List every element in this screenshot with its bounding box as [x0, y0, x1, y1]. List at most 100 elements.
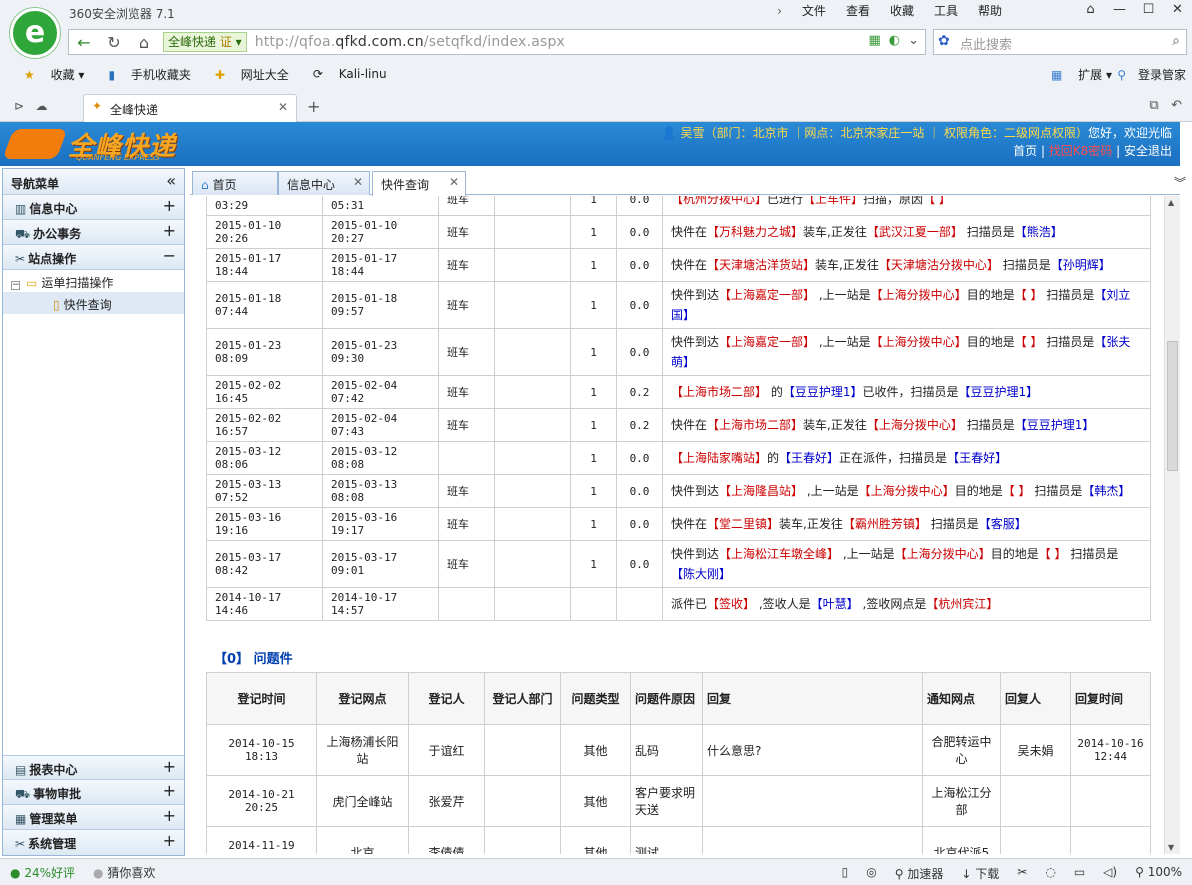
home-icon[interactable]: ⌂	[129, 33, 159, 52]
sidebar-toggle-icon[interactable]: ⊳ ☁	[14, 99, 48, 113]
scroll-up-icon[interactable]: ▲	[1168, 198, 1174, 207]
menu-favorites[interactable]: 收藏	[880, 3, 924, 19]
refresh-icon[interactable]: ↻	[99, 33, 129, 52]
tab-close-icon[interactable]: ✕	[278, 100, 288, 114]
scroll-down-icon[interactable]: ▼	[1168, 843, 1174, 852]
menu-help[interactable]: 帮助	[968, 3, 1012, 19]
fav-kali-label: Kali-linu	[338, 67, 387, 81]
download-button[interactable]: ↓ 下载	[961, 865, 999, 882]
weight: 0.0	[616, 196, 663, 216]
desc-text: 目的地是	[990, 547, 1039, 561]
close-button[interactable]: ✕	[1163, 0, 1192, 20]
screenshot-icon[interactable]: ✂	[1017, 865, 1027, 882]
tab-info-center[interactable]: 信息中心 ✕	[278, 171, 370, 195]
dropdown-icon[interactable]: ⌄	[908, 33, 919, 48]
tab-parcel-query[interactable]: 快件查询 ✕	[372, 171, 466, 196]
search-box[interactable]: ✿ 点此搜索 ⌕	[933, 29, 1187, 55]
tab-close-icon[interactable]: ✕	[449, 175, 459, 189]
new-tab-icon[interactable]: +	[307, 97, 320, 116]
baidu-paw-icon[interactable]: ✿	[938, 33, 950, 49]
collapse-icon[interactable]: −	[163, 246, 176, 265]
window-icon[interactable]: ▭	[1074, 865, 1085, 882]
ie-icon[interactable]: ◌	[1045, 865, 1055, 882]
zoom-control[interactable]: ⚲ 100%	[1135, 865, 1182, 882]
tab-home[interactable]: ⌂ 首页	[192, 171, 278, 195]
back-icon[interactable]: ←	[69, 33, 99, 52]
expand-icon[interactable]: +	[163, 806, 176, 825]
desc-site: 【上海分拨中心】	[894, 547, 991, 561]
search-icon[interactable]: ⌕	[1172, 33, 1180, 49]
scroll-thumb[interactable]	[1167, 341, 1178, 471]
minimize-button[interactable]: —	[1105, 0, 1134, 20]
desc-text: 扫描员是	[962, 418, 1015, 432]
collapse-sidebar-icon[interactable]: «	[166, 171, 176, 190]
tab-close-icon[interactable]: ✕	[353, 175, 363, 189]
speed-icon[interactable]: ◐	[889, 33, 900, 48]
url-text[interactable]: http://qfoa.qfkd.com.cn/setqfkd/index.as…	[255, 34, 565, 50]
search-input[interactable]: 点此搜索	[960, 34, 1012, 53]
sidebar-item-approval[interactable]: ⛟ 事物审批 +	[3, 780, 184, 805]
sidebar-item-management[interactable]: ▦ 管理菜单 +	[3, 805, 184, 830]
transport-type: 班车	[438, 540, 495, 588]
desc-site: 【上海分拨中心】	[866, 418, 963, 432]
browser-tab[interactable]: ✦ 全峰快递 ✕	[83, 94, 297, 122]
scan-time: 2015-02-02 16:45	[206, 375, 323, 409]
fav-kali[interactable]: ⟳ Kali-linu	[301, 67, 387, 81]
desc-text: 装车,正发往	[779, 517, 843, 531]
expand-icon[interactable]: +	[163, 196, 176, 215]
sidebar-item-site-ops[interactable]: ✂ 站点操作 −	[3, 245, 184, 270]
sidebar-item-reports[interactable]: ▤ 报表中心 +	[3, 755, 184, 780]
issue-row: 2014-10-15 18:13 上海杨浦长阳站 于谊红 其他 乱码 什么意思? 合肥转运中…	[206, 724, 1151, 776]
fav-collect[interactable]: ★ 收藏 ▾	[12, 66, 84, 83]
collapse-header-icon[interactable]: ︾	[1174, 174, 1186, 191]
menu-tools[interactable]: 工具	[924, 3, 968, 19]
fav-sites[interactable]: ✚ 网址大全	[203, 66, 289, 83]
desc-text: 扫描员是	[1042, 288, 1095, 302]
sidebar-item-info-center[interactable]: ▥ 信息中心 +	[3, 195, 184, 220]
content-scrollbar[interactable]: ▲ ▼	[1164, 196, 1180, 854]
tree-folder[interactable]: − ▭ 运单扫描操作	[3, 270, 184, 292]
desc-site: 【天津塘沽分拨中心】	[878, 258, 999, 272]
address-bar[interactable]: ← ↻ ⌂ 全峰快递 证 ▾ http://qfoa.qfkd.com.cn/s…	[68, 29, 926, 55]
sidebar-item-label: 管理菜单	[29, 812, 78, 826]
skin-icon[interactable]: ⌂	[1076, 0, 1105, 20]
link-k8-password[interactable]: 找回K8密码	[1049, 144, 1113, 158]
car-icon: ⛟	[15, 787, 31, 801]
site-badge[interactable]: 全峰快递 证 ▾	[163, 32, 247, 52]
menu-chevron-icon[interactable]: ›	[767, 3, 792, 19]
issue-notify: 合肥转运中心	[922, 724, 1001, 776]
expand-icon[interactable]: +	[163, 831, 176, 850]
scan-time: 2015-03-13 07:52	[206, 474, 323, 508]
guess-like[interactable]: ● 猜你喜欢	[93, 864, 155, 881]
link-home[interactable]: 首页	[1013, 144, 1037, 158]
main-content: 2014-12-21 03:292014-12-21 05:31班车10.0【杭…	[190, 196, 1180, 854]
upload-time: 2015-03-16 19:17	[322, 507, 439, 541]
mobile-icon[interactable]: ▯	[842, 865, 849, 882]
rating-status[interactable]: ● 24%好评	[10, 864, 75, 881]
qr-icon[interactable]: ▦	[868, 33, 880, 48]
sidebar-item-system[interactable]: ✂ 系统管理 +	[3, 830, 184, 855]
weight: 0.0	[616, 474, 663, 508]
sync-icon[interactable]: ◎	[866, 865, 876, 882]
sidebar-item-office[interactable]: ⛟ 办公事务 +	[3, 220, 184, 245]
desc-site: 【 】	[1014, 335, 1043, 349]
login-manager-button[interactable]: ⚲ 登录管家	[1105, 66, 1186, 83]
sound-icon[interactable]: ◁)	[1103, 865, 1117, 882]
extensions-button[interactable]: ▦ 扩展 ▾	[1039, 66, 1112, 83]
tree-toggle-icon[interactable]: −	[11, 281, 20, 290]
expand-icon[interactable]: +	[163, 757, 176, 776]
accelerator-button[interactable]: ⚲ 加速器	[895, 865, 944, 882]
link-logout[interactable]: 安全退出	[1124, 144, 1172, 158]
expand-icon[interactable]: +	[163, 781, 176, 800]
url-domain: qfkd.com.cn	[335, 34, 424, 50]
menu-view[interactable]: 查看	[836, 3, 880, 19]
tree-leaf-query[interactable]: ▯ 快件查询	[3, 292, 184, 314]
tab-tools-icon[interactable]: ⧉ ↶	[1149, 98, 1182, 113]
status-bar: ● 24%好评 ● 猜你喜欢 ▯ ◎ ⚲ 加速器 ↓ 下载 ✂ ◌ ▭ ◁) ⚲…	[0, 858, 1192, 885]
maximize-button[interactable]: ☐	[1134, 0, 1163, 20]
menu-file[interactable]: 文件	[792, 3, 836, 19]
expand-icon[interactable]: +	[163, 221, 176, 240]
fav-mobile[interactable]: ▮ 手机收藏夹	[96, 66, 190, 83]
cert-badge: 证	[219, 35, 232, 49]
scan-time: 2015-03-12 08:06	[206, 441, 323, 475]
